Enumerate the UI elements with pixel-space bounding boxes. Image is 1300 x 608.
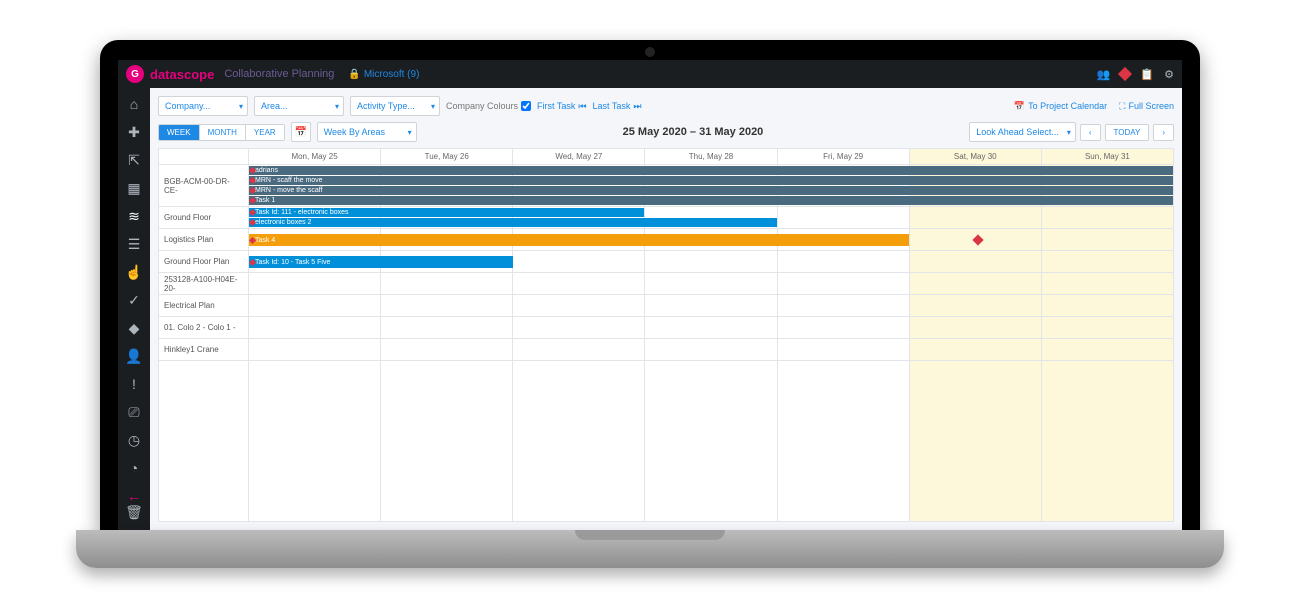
logo-icon: G [126, 65, 144, 83]
week-button[interactable]: WEEK [159, 125, 200, 140]
day-header: Thu, May 28 [645, 149, 777, 164]
account-lock[interactable]: 🔒 Microsoft (9) [348, 69, 419, 80]
day-header: Tue, May 26 [381, 149, 513, 164]
row-label: Hinkley1 Crane [159, 339, 248, 361]
home-icon[interactable]: ⌂ [126, 96, 142, 112]
gantt-row [249, 295, 1173, 317]
alert2-icon[interactable]: ! [126, 376, 142, 392]
row-label: Ground Floor [159, 207, 248, 229]
row-label: 253128-A100-H04E-20- [159, 273, 248, 295]
gantt-row [249, 317, 1173, 339]
date-picker-button[interactable]: 📅 [291, 122, 311, 142]
company-colours-chk[interactable] [521, 101, 531, 111]
gantt-row: Task Id: 111 - electronic boxes electron… [249, 207, 1173, 229]
clock-icon[interactable]: ◷ [126, 432, 142, 448]
page-title: Collaborative Planning [224, 68, 334, 80]
last-task-link[interactable]: Last Task ⏭ [592, 101, 641, 112]
date-range-label: 25 May 2020 – 31 May 2020 [423, 126, 964, 138]
task-bar[interactable]: Task 4 [249, 234, 909, 246]
row-label: 01. Colo 2 - Colo 1 - [159, 317, 248, 339]
task-bar[interactable]: Task Id: 10 - Task 5 Five [249, 256, 513, 268]
back-arrow-icon[interactable]: ← [126, 488, 142, 504]
first-task-icon: ⏮ [578, 101, 586, 112]
settings-icon[interactable]: ⚙ [1164, 68, 1174, 81]
calendar-icon[interactable]: ▦ [126, 180, 142, 196]
topbar: G datascope Collaborative Planning 🔒 Mic… [118, 60, 1182, 88]
to-project-calendar-link[interactable]: 📅 To Project Calendar [1014, 101, 1107, 112]
task-bar[interactable]: MRN - scaff the move [249, 176, 1173, 185]
month-button[interactable]: MONTH [200, 125, 246, 140]
people-icon[interactable]: 👤 [126, 348, 142, 364]
chart-icon[interactable]: ◔ [126, 460, 142, 476]
alert-icon[interactable] [1118, 67, 1132, 81]
users-icon[interactable]: 👥 [1097, 68, 1111, 81]
diamond-icon[interactable]: ◆ [126, 320, 142, 336]
task-bar[interactable]: Task 1 [249, 196, 1173, 205]
task-bar[interactable]: electronic boxes 2 [249, 218, 777, 227]
account-label: Microsoft (9) [364, 69, 420, 80]
row-label: Ground Floor Plan [159, 251, 248, 273]
row-label: Electrical Plan [159, 295, 248, 317]
hand-icon[interactable]: ☝ [126, 264, 142, 280]
day-header: Wed, May 27 [513, 149, 645, 164]
gantt-row [249, 273, 1173, 295]
export-icon[interactable]: ⇱ [126, 152, 142, 168]
clipboard-icon[interactable]: 📋 [1140, 68, 1154, 81]
look-ahead-select[interactable]: Look Ahead Select... [969, 122, 1076, 142]
next-button[interactable]: › [1153, 124, 1174, 141]
task-bar[interactable]: adrians [249, 166, 1173, 175]
monitor-icon[interactable]: ⎚ [126, 404, 142, 420]
day-header: Sun, May 31 [1042, 149, 1173, 164]
clipboard-check-icon[interactable]: ✓ [126, 292, 142, 308]
task-bar[interactable]: Task Id: 111 - electronic boxes [249, 208, 644, 217]
company-select[interactable]: Company... [158, 96, 248, 116]
row-label: BGB-ACM-00-DR-CE- [159, 165, 248, 207]
trash-icon[interactable]: 🗑 [126, 504, 142, 520]
gantt-row: Task 4 [249, 229, 1173, 251]
today-button[interactable]: TODAY [1105, 124, 1150, 141]
first-task-link[interactable]: First Task ⏮ [537, 101, 586, 112]
milestone-marker[interactable] [973, 234, 984, 245]
company-colours-checkbox[interactable]: Company Colours [446, 101, 531, 111]
task-bar[interactable]: MRN - move the scaff [249, 186, 1173, 195]
sidebar: ⌂ ✚ ⇱ ▦ ≋ ☰ ☝ ✓ ◆ 👤 ! ⎚ ◷ ◔ ← 🗑 [118, 88, 150, 530]
laptop-camera [645, 47, 655, 57]
year-button[interactable]: YEAR [246, 125, 284, 140]
lock-icon: 🔒 [348, 69, 360, 80]
calendar-plus-icon[interactable]: ✚ [126, 124, 142, 140]
list-icon[interactable]: ☰ [126, 236, 142, 252]
last-task-icon: ⏭ [633, 101, 641, 112]
day-header: Fri, May 29 [778, 149, 910, 164]
view-mode-group: WEEK MONTH YEAR [158, 124, 285, 141]
swimmer-icon[interactable]: ≋ [126, 208, 142, 224]
area-select[interactable]: Area... [254, 96, 344, 116]
row-label: Logistics Plan [159, 229, 248, 251]
calendar-small-icon: 📅 [1014, 101, 1025, 112]
expand-icon: ⛶ [1119, 101, 1125, 112]
brand-name: datascope [150, 67, 214, 82]
gantt-chart: Mon, May 25 Tue, May 26 Wed, May 27 Thu,… [158, 148, 1174, 522]
day-header: Sat, May 30 [910, 149, 1042, 164]
gantt-row: adrians MRN - scaff the move MRN - move … [249, 165, 1173, 207]
gantt-row [249, 339, 1173, 361]
gantt-row: Task Id: 10 - Task 5 Five [249, 251, 1173, 273]
prev-button[interactable]: ‹ [1080, 124, 1101, 141]
activity-select[interactable]: Activity Type... [350, 96, 440, 116]
day-header: Mon, May 25 [249, 149, 381, 164]
full-screen-link[interactable]: ⛶ Full Screen [1119, 101, 1174, 112]
week-by-select[interactable]: Week By Areas [317, 122, 417, 142]
